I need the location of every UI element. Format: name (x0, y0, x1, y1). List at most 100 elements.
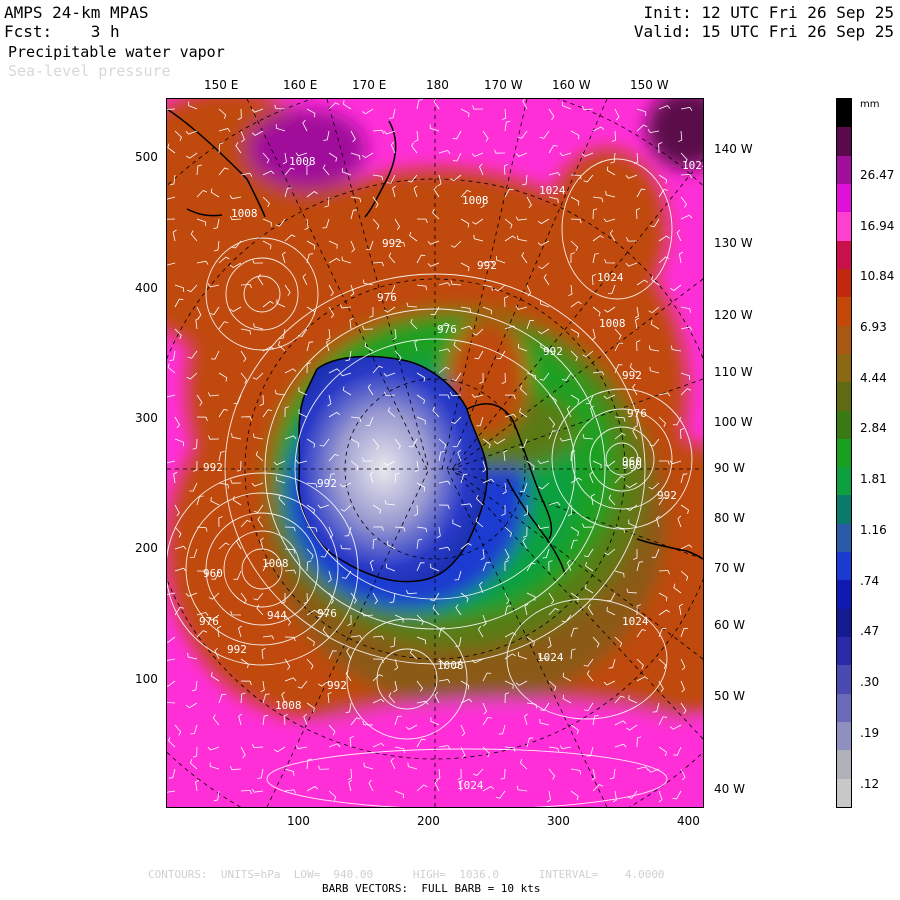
colorbar-label: .47 (860, 624, 880, 638)
colorbar-segment (837, 325, 851, 355)
pressure-label: 1008 (231, 207, 258, 220)
colorbar-label: .30 (860, 675, 880, 689)
pressure-label: 976 (317, 607, 337, 620)
top-lon-label: 170 W (484, 78, 523, 92)
colorbar-segment (837, 212, 851, 242)
right-lon-label: 100 W (714, 415, 753, 429)
right-lon-label: 80 W (714, 511, 745, 525)
colorbar-segment (837, 240, 851, 270)
colorbar-label: 2.84 (860, 421, 887, 435)
colorbar-label: 26.47 (860, 168, 895, 182)
y-tick-label: 400 (135, 281, 158, 295)
right-lon-label: 130 W (714, 236, 753, 250)
colorbar-segment (837, 155, 851, 185)
pressure-label: 1008 (437, 659, 464, 672)
top-lon-label: 160 E (283, 78, 318, 92)
pressure-label: 976 (627, 407, 647, 420)
y-tick-label: 300 (135, 411, 158, 425)
contour-info: CONTOURS: UNITS=hPa LOW= 940.00 HIGH= 10… (148, 868, 665, 881)
pressure-label: 992 (382, 237, 402, 250)
top-lon-label: 180 (426, 78, 449, 92)
pressure-label: 992 (317, 477, 337, 490)
pwv-map: 1008 1008 992 992 976 976 992 1008 1024 1024 1024 1… (166, 98, 704, 808)
pressure-label: 1008 (275, 699, 302, 712)
right-lon-label: 90 W (714, 461, 745, 475)
top-lon-label: 150 E (204, 78, 239, 92)
pressure-label: 976 (377, 291, 397, 304)
colorbar-segment (837, 183, 851, 213)
colorbar (836, 98, 852, 808)
pressure-label: 992 (203, 461, 223, 474)
x-tick-label: 400 (677, 814, 700, 828)
pressure-label: 1024 (682, 159, 703, 172)
barb-info: BARB VECTORS: FULL BARB = 10 kts (322, 882, 541, 895)
right-lon-label: 110 W (714, 365, 753, 379)
colorbar-segment (837, 608, 851, 638)
y-tick-label: 200 (135, 541, 158, 555)
pressure-label: 960 (622, 459, 642, 472)
colorbar-segment (837, 99, 851, 128)
colorbar-label: .74 (860, 574, 880, 588)
pressure-label: 960 (203, 567, 223, 580)
colorbar-segment (837, 495, 851, 525)
colorbar-segment (837, 297, 851, 327)
pressure-label: 1024 (537, 651, 564, 664)
colorbar-segment (837, 467, 851, 496)
colorbar-unit: mm (860, 99, 880, 110)
colorbar-segment (837, 552, 851, 581)
colorbar-segment (837, 580, 851, 610)
pressure-label: 992 (622, 369, 642, 382)
top-lon-label: 170 E (352, 78, 387, 92)
colorbar-label: 1.16 (860, 523, 887, 537)
colorbar-segment (837, 127, 851, 157)
right-lon-label: 50 W (714, 689, 745, 703)
top-lon-label: 160 W (552, 78, 591, 92)
forecast-hour: Fcst: 3 h (4, 22, 120, 41)
pressure-label: 1024 (622, 615, 649, 628)
x-tick-label: 300 (547, 814, 570, 828)
pressure-label: 1024 (457, 779, 484, 792)
pressure-label: 1024 (597, 271, 624, 284)
model-title: AMPS 24-km MPAS (4, 3, 149, 22)
y-tick-label: 500 (135, 150, 158, 164)
colorbar-label: 6.93 (860, 320, 887, 334)
pressure-label: 976 (199, 615, 219, 628)
colorbar-label: .12 (860, 777, 880, 791)
y-tick-label: 100 (135, 672, 158, 686)
colorbar-segment (837, 665, 851, 695)
colorbar-label: 1.81 (860, 472, 887, 486)
colorbar-segment (837, 438, 851, 468)
colorbar-segment (837, 778, 851, 808)
x-tick-label: 200 (417, 814, 440, 828)
pressure-label: 1008 (599, 317, 626, 330)
right-lon-label: 40 W (714, 782, 745, 796)
colorbar-segment (837, 382, 851, 411)
colorbar-segment (837, 693, 851, 723)
colorbar-segment (837, 353, 851, 383)
colorbar-label: 16.94 (860, 219, 895, 233)
map-canvas: 1008 1008 992 992 976 976 992 1008 1024 1024 1024 1… (167, 99, 703, 807)
pressure-label: 944 (267, 609, 287, 622)
right-lon-label: 140 W (714, 142, 753, 156)
colorbar-segment (837, 750, 851, 780)
colorbar-label: 10.84 (860, 269, 895, 283)
top-lon-label: 150 W (630, 78, 669, 92)
valid-time: Valid: 15 UTC Fri 26 Sep 25 (633, 22, 894, 41)
pressure-label: 992 (543, 345, 563, 358)
colorbar-label: 4.44 (860, 371, 887, 385)
right-lon-label: 60 W (714, 618, 745, 632)
colorbar-segment (837, 410, 851, 440)
right-lon-label: 120 W (714, 308, 753, 322)
x-tick-label: 100 (287, 814, 310, 828)
pressure-label: 1008 (462, 194, 489, 207)
colorbar-segment (837, 722, 851, 751)
pressure-label: 992 (477, 259, 497, 272)
pressure-label: 992 (227, 643, 247, 656)
init-time: Init: 12 UTC Fri 26 Sep 25 (643, 3, 894, 22)
pressure-label: 992 (327, 679, 347, 692)
pressure-label: 1008 (262, 557, 289, 570)
right-lon-label: 70 W (714, 561, 745, 575)
pressure-label: 1008 (289, 155, 316, 168)
field-name: Precipitable water vapor (8, 43, 225, 61)
colorbar-label: .19 (860, 726, 880, 740)
